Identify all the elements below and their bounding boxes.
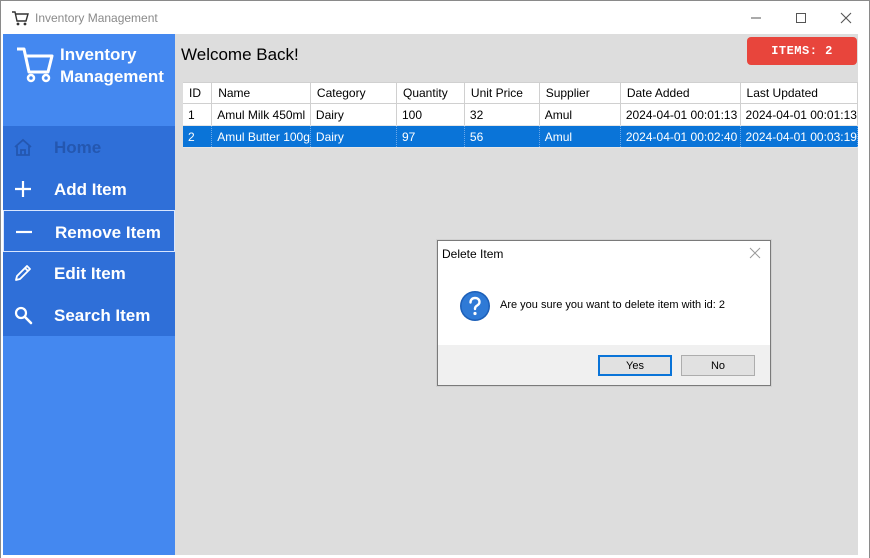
- dialog-body: Delete Item Are you sure you want to del…: [438, 241, 770, 345]
- table-row[interactable]: 1 Amul Milk 450ml Dairy 100 32 Amul 2024…: [183, 103, 859, 126]
- close-icon: [840, 12, 852, 23]
- no-button[interactable]: No: [681, 355, 755, 376]
- table-cell: 2024-04-01 00:02:40: [620, 125, 741, 148]
- table-cell: Dairy: [310, 125, 398, 148]
- sidebar-item-label: Home: [54, 138, 102, 157]
- table-cell: 2024-04-01 00:01:13: [740, 103, 859, 126]
- sidebar-item-edit[interactable]: Edit Item: [3, 252, 175, 294]
- sidebar-item-home[interactable]: Home: [3, 126, 175, 168]
- cart-logo-icon: [17, 47, 54, 83]
- right-edge: [858, 34, 869, 555]
- sidebar-item-add[interactable]: Add Item: [3, 168, 175, 210]
- window-title: Inventory Management: [35, 11, 158, 25]
- sidebar-item-label: Remove Item: [55, 223, 161, 242]
- minimize-button[interactable]: [733, 1, 779, 34]
- maximize-icon: [796, 12, 806, 23]
- sidebar-item-label: Edit Item: [54, 264, 126, 283]
- column-header[interactable]: Date Added: [620, 82, 741, 104]
- column-header[interactable]: Name: [211, 82, 311, 104]
- column-header[interactable]: Supplier: [539, 82, 621, 104]
- brand-line-2: Management: [60, 67, 164, 86]
- search-icon: [14, 306, 33, 325]
- table-cell: 2024-04-01 00:03:19: [740, 125, 859, 148]
- table-row-selected[interactable]: 2 Amul Butter 100g Dairy 97 56 Amul 2024…: [183, 125, 859, 148]
- sidebar-item-label: Search Item: [54, 306, 151, 325]
- table-cell: Amul: [539, 103, 621, 126]
- dialog-title: Delete Item: [442, 247, 504, 261]
- brand-title: Inventory Management: [60, 44, 172, 88]
- sidebar-logo: Inventory Management: [3, 34, 175, 126]
- question-icon: [460, 291, 490, 321]
- maximize-button[interactable]: [778, 1, 824, 34]
- table-cell: Amul Butter 100g: [211, 125, 311, 148]
- column-header[interactable]: Unit Price: [464, 82, 540, 104]
- table-cell: 97: [396, 125, 465, 148]
- table-cell: 1: [183, 103, 213, 126]
- table-cell: 2: [183, 125, 213, 148]
- plus-icon: [15, 181, 31, 197]
- delete-confirm-dialog: Delete Item Are you sure you want to del…: [437, 240, 771, 386]
- sidebar-item-search[interactable]: Search Item: [3, 294, 175, 336]
- close-window-button[interactable]: [823, 1, 869, 34]
- welcome-heading: Welcome Back!: [181, 45, 299, 64]
- items-count-badge: ITEMS: 2: [747, 37, 857, 65]
- title-bar[interactable]: Inventory Management: [1, 1, 869, 34]
- column-header[interactable]: ID: [183, 82, 213, 104]
- column-header[interactable]: Quantity: [396, 82, 465, 104]
- sidebar: Inventory Management Home Add Item Remov…: [3, 34, 175, 555]
- cart-icon: [12, 11, 29, 26]
- minimize-icon: [751, 17, 761, 18]
- app-window: Inventory Management Inventory Managemen…: [0, 0, 870, 558]
- sidebar-item-remove[interactable]: Remove Item: [3, 210, 175, 252]
- column-header[interactable]: Category: [310, 82, 398, 104]
- table-cell: Amul: [539, 125, 621, 148]
- table-cell: Dairy: [310, 103, 398, 126]
- table-cell: Amul Milk 450ml: [211, 103, 311, 126]
- dialog-close-icon[interactable]: [749, 247, 761, 259]
- home-icon: [14, 138, 32, 156]
- inventory-table[interactable]: ID Name Category Quantity Unit Price Sup…: [183, 82, 859, 148]
- yes-button[interactable]: Yes: [598, 355, 672, 376]
- brand-line-1: Inventory: [60, 45, 137, 64]
- table-cell: 32: [464, 103, 540, 126]
- table-header-row: ID Name Category Quantity Unit Price Sup…: [183, 82, 859, 104]
- minus-icon: [16, 230, 32, 234]
- dialog-message: Are you sure you want to delete item wit…: [500, 299, 726, 311]
- table-cell: 56: [464, 125, 540, 148]
- pencil-icon: [15, 265, 31, 281]
- table-cell: 2024-04-01 00:01:13: [620, 103, 741, 126]
- table-cell: 100: [396, 103, 465, 126]
- column-header[interactable]: Last Updated: [740, 82, 859, 104]
- sidebar-item-label: Add Item: [54, 180, 127, 199]
